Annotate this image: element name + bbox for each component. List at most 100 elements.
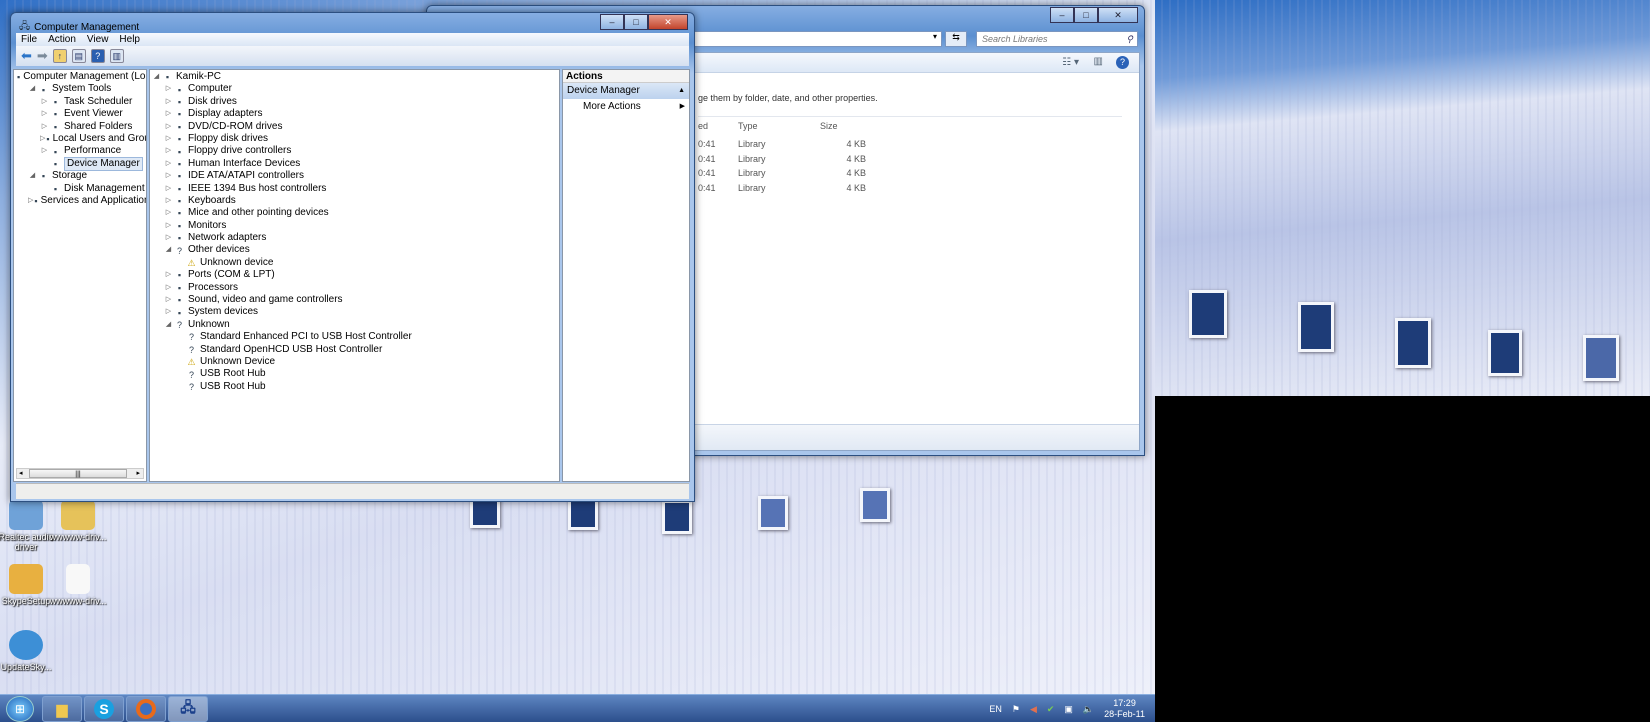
tree-item[interactable]: ? Standard Enhanced PCI to USB Host Contr… [152, 331, 559, 343]
tree-item[interactable]: ▷ ▪ Disk drives [152, 96, 559, 108]
expand-arrow-icon[interactable]: ▷ [164, 108, 173, 120]
close-button[interactable]: ✕ [648, 14, 688, 30]
actions-section-device-manager[interactable]: Device Manager ▲ [563, 83, 689, 99]
tree-item[interactable]: ◢? Unknown [152, 319, 559, 331]
file-row[interactable]: 0:41 Library 4 KB [698, 139, 998, 154]
explorer-taskbar-button[interactable]: ▆ [42, 696, 82, 722]
expand-arrow-icon[interactable]: ▷ [164, 282, 173, 294]
expand-arrow-icon[interactable]: ▷ [28, 195, 33, 207]
collapse-arrow-icon[interactable]: ◢ [164, 319, 173, 331]
file-row[interactable]: 0:41 Library 4 KB [698, 183, 998, 198]
tree-item[interactable]: ▷ ▪ IEEE 1394 Bus host controllers [152, 183, 559, 195]
forward-arrow-icon[interactable]: ➡ [37, 48, 48, 64]
collapse-arrow-icon[interactable]: ◢ [28, 83, 37, 95]
column-header-type[interactable]: Type [738, 121, 758, 131]
tree-item[interactable]: ▷ ▪ Sound, video and game controllers [152, 294, 559, 306]
help-icon[interactable]: ? [1116, 56, 1129, 69]
tree-item[interactable]: ? Standard OpenHCD USB Host Controller [152, 344, 559, 356]
menu-view[interactable]: View [87, 33, 109, 46]
tree-item[interactable]: ⚠ Unknown device [152, 257, 559, 269]
tree-item[interactable]: ▷ ▪ Computer [152, 83, 559, 95]
tree-item[interactable]: ◢ ▪ System Tools [16, 83, 146, 95]
network-icon[interactable]: ▣ [1064, 704, 1073, 715]
tree-item[interactable]: ▷ ▪ Event Viewer [16, 108, 146, 120]
tree-item[interactable]: ◢ ▪ Kamik-PC [152, 71, 559, 83]
expand-arrow-icon[interactable]: ▷ [40, 145, 49, 157]
file-row[interactable]: 0:41 Library 4 KB [698, 154, 998, 169]
expand-arrow-icon[interactable]: ▷ [164, 133, 173, 145]
column-header-size[interactable]: Size [820, 121, 838, 131]
expand-arrow-icon[interactable]: ▷ [164, 306, 173, 318]
tree-item[interactable]: ⚠ Unknown Device [152, 356, 559, 368]
action-center-flag-icon[interactable]: ⚑ [1012, 704, 1020, 715]
column-header-date[interactable]: ed [698, 121, 708, 131]
expand-arrow-icon[interactable]: ▷ [164, 269, 173, 281]
address-bar[interactable]: ▾ [657, 31, 942, 47]
expand-arrow-icon[interactable]: ▷ [164, 220, 173, 232]
tree-item[interactable]: ▷ ▪ Keyboards [152, 195, 559, 207]
show-hide-tree-icon[interactable]: ▤ [71, 49, 86, 63]
close-button[interactable]: ✕ [1098, 7, 1138, 23]
minimize-button[interactable]: – [600, 14, 624, 30]
scrollbar-thumb[interactable]: ||| [29, 469, 127, 478]
tree-item[interactable]: ◢? Other devices [152, 244, 559, 256]
expand-arrow-icon[interactable]: ▷ [164, 195, 173, 207]
computer-management-taskbar-button[interactable]: 🖧 [168, 696, 208, 722]
expand-arrow-icon[interactable]: ▷ [164, 158, 173, 170]
menu-file[interactable]: File [21, 33, 37, 46]
start-button[interactable]: ⊞ [6, 696, 34, 722]
menu-action[interactable]: Action [48, 33, 76, 46]
expand-arrow-icon[interactable]: ▷ [40, 121, 49, 133]
tree-item[interactable]: ▪ Computer Management (Local [16, 71, 146, 83]
expand-arrow-icon[interactable]: ▷ [164, 121, 173, 133]
tree-item[interactable]: ▷ ▪ Human Interface Devices [152, 158, 559, 170]
tree-item[interactable]: ▷ ▪ DVD/CD-ROM drives [152, 121, 559, 133]
expand-arrow-icon[interactable]: ▷ [164, 183, 173, 195]
tree-item[interactable]: ▷ ▪ Floppy disk drives [152, 133, 559, 145]
show-hide-action-pane-icon[interactable]: ▥ [109, 49, 124, 63]
tree-item[interactable]: ▷ ▪ Shared Folders [16, 121, 146, 133]
maximize-button[interactable]: □ [1074, 7, 1098, 23]
desktop-icon[interactable]: wwwww-driv... [44, 500, 112, 542]
collapse-arrow-icon[interactable]: ◢ [152, 71, 161, 83]
collapse-icon[interactable]: ▲ [678, 83, 685, 99]
view-options-icon[interactable]: ☷ ▾ [1062, 57, 1079, 68]
collapse-arrow-icon[interactable]: ◢ [28, 170, 37, 182]
firefox-taskbar-button[interactable] [126, 696, 166, 722]
tree-item[interactable]: ▷▪Local Users and Groups [16, 133, 146, 145]
desktop-icon[interactable]: wwwww-driv... [44, 564, 112, 606]
expand-arrow-icon[interactable]: ▷ [40, 96, 49, 108]
minimize-button[interactable]: – [1050, 7, 1074, 23]
horizontal-scrollbar[interactable]: ◂ ||| ▸ [16, 468, 144, 479]
skype-taskbar-button[interactable]: S [84, 696, 124, 722]
desktop-icon[interactable]: UpdateSky... [0, 630, 60, 672]
tree-item[interactable]: ▷ ▪ Floppy drive controllers [152, 145, 559, 157]
expand-arrow-icon[interactable]: ▷ [40, 108, 49, 120]
tree-item[interactable]: ▷ ▪ Display adapters [152, 108, 559, 120]
file-row[interactable]: 0:41 Library 4 KB [698, 168, 998, 183]
tree-item[interactable]: ▷ ▪ Services and Applications [16, 195, 146, 207]
expand-arrow-icon[interactable]: ▷ [164, 294, 173, 306]
tree-item[interactable]: ▪ Disk Management [16, 183, 146, 195]
preview-pane-icon[interactable]: ▥ [1094, 56, 1103, 67]
menu-help[interactable]: Help [119, 33, 140, 46]
up-folder-icon[interactable]: ↑ [52, 49, 67, 63]
help-icon[interactable]: ? [90, 49, 105, 63]
tree-item[interactable]: ▷ ▪ Mice and other pointing devices [152, 207, 559, 219]
tree-item[interactable]: ▷ ▪ Network adapters [152, 232, 559, 244]
volume-icon[interactable]: 🔈 [1083, 704, 1094, 715]
refresh-button[interactable]: ⇆ [945, 31, 967, 47]
more-actions-item[interactable]: More Actions ▶ [563, 99, 689, 115]
tree-item[interactable]: ▷ ▪ Processors [152, 282, 559, 294]
tree-item[interactable]: ▷ ▪ Task Scheduler [16, 96, 146, 108]
maximize-button[interactable]: □ [624, 14, 648, 30]
expand-arrow-icon[interactable]: ▷ [164, 232, 173, 244]
expand-arrow-icon[interactable]: ▷ [164, 170, 173, 182]
expand-arrow-icon[interactable]: ▷ [164, 207, 173, 219]
tree-item[interactable]: ? USB Root Hub [152, 381, 559, 393]
tree-item[interactable]: ▷ ▪ Ports (COM & LPT) [152, 269, 559, 281]
tree-item[interactable]: ▪ Device Manager [16, 156, 146, 172]
expand-arrow-icon[interactable]: ▷ [164, 83, 173, 95]
tree-item[interactable]: ▷ ▪ Monitors [152, 220, 559, 232]
expand-arrow-icon[interactable]: ▷ [164, 96, 173, 108]
